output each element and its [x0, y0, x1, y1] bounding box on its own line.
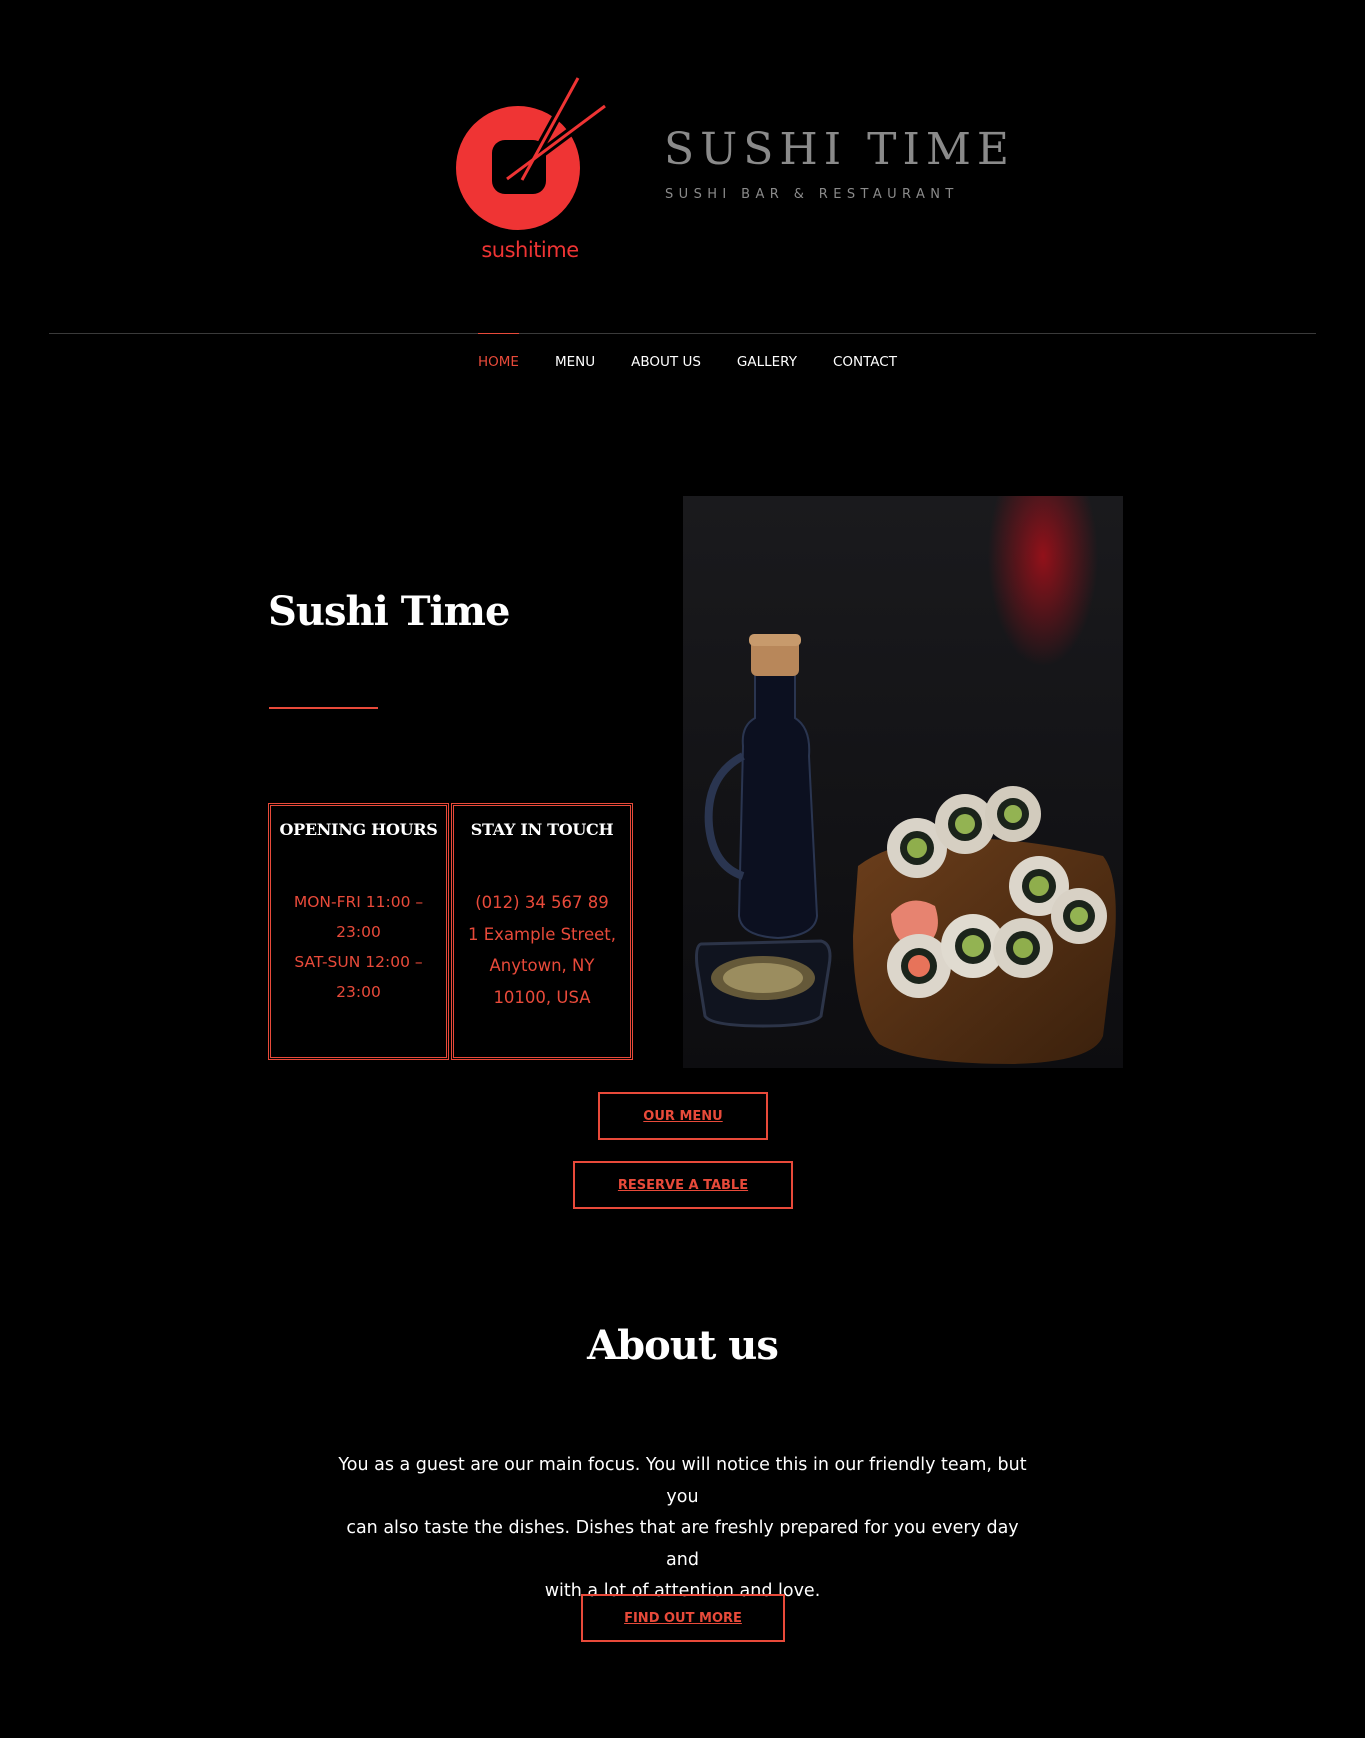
address-line: Anytown, NY: [489, 956, 595, 975]
main-nav: HOME MENU ABOUT US GALLERY CONTACT: [0, 333, 1365, 370]
site-title[interactable]: SUSHI TIME: [664, 128, 1015, 172]
about-text: You as a guest are our main focus. You w…: [330, 1450, 1035, 1608]
reserve-table-button[interactable]: RESERVE A TABLE: [573, 1161, 793, 1209]
address-line: 1 Example Street,: [468, 924, 616, 944]
opening-hours-text: MON-FRI 11:00 – 23:00 SAT-SUN 12:00 – 23…: [271, 887, 446, 1007]
stay-in-touch-heading: STAY IN TOUCH: [470, 820, 614, 839]
address-line: 10100, USA: [493, 987, 591, 1007]
about-title: About us: [587, 1322, 779, 1369]
site-logo[interactable]: sushitime: [450, 75, 610, 266]
hero-divider: [269, 707, 378, 709]
nav-item-contact[interactable]: CONTACT: [833, 333, 897, 370]
site-tagline: SUSHI BAR & RESTAURANT: [665, 187, 959, 202]
nav-list: HOME MENU ABOUT US GALLERY CONTACT: [460, 333, 915, 370]
nav-item-home[interactable]: HOME: [478, 333, 519, 370]
about-text-line: You as a guest are our main focus. You w…: [338, 1455, 1027, 1507]
contact-details: (012) 34 567 89 1 Example Street, Anytow…: [454, 887, 630, 1013]
phone-number[interactable]: (012) 34 567 89: [460, 887, 624, 919]
stay-in-touch-box: STAY IN TOUCH (012) 34 567 89 1 Example …: [451, 803, 633, 1060]
find-out-more-button[interactable]: FIND OUT MORE: [581, 1594, 785, 1642]
about-text-line: can also taste the dishes. Dishes that a…: [346, 1518, 1019, 1570]
hours-line: MON-FRI 11:00 –: [293, 893, 424, 911]
nav-item-about-us[interactable]: ABOUT US: [631, 333, 701, 370]
logo-wordmark: sushitime: [481, 238, 579, 262]
nav-item-menu[interactable]: MENU: [555, 333, 595, 370]
nav-item-gallery[interactable]: GALLERY: [737, 333, 797, 370]
hero-title: Sushi Time: [268, 588, 510, 635]
hours-line: 23:00: [336, 923, 381, 941]
our-menu-button[interactable]: OUR MENU: [598, 1092, 768, 1140]
hours-line: SAT-SUN 12:00 –: [294, 953, 423, 971]
opening-hours-heading: OPENING HOURS: [279, 820, 438, 839]
chopsticks-bowl-icon: [456, 75, 608, 230]
sushi-photo: [683, 496, 1123, 1068]
sushi-photo-illustration: [683, 496, 1123, 1068]
hours-line: 23:00: [336, 983, 381, 1001]
opening-hours-box: OPENING HOURS MON-FRI 11:00 – 23:00 SAT-…: [268, 803, 449, 1060]
